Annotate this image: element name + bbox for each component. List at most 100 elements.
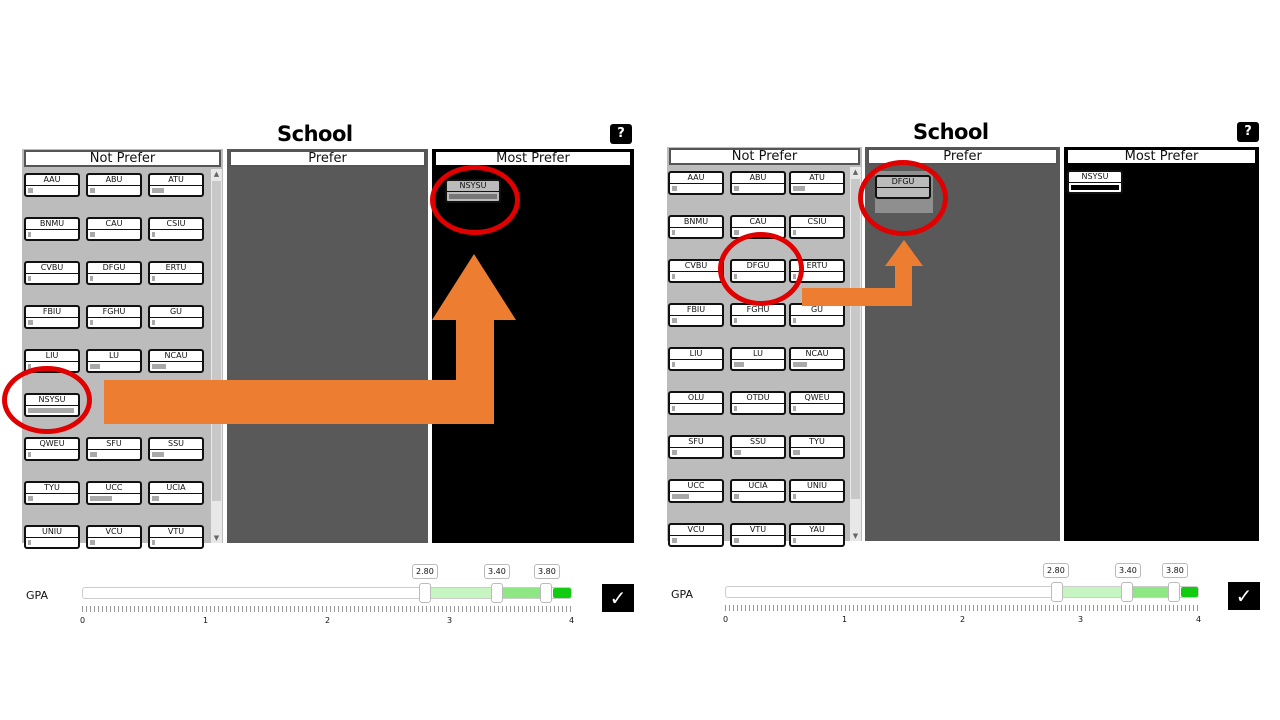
school-label: CSIU [791, 217, 843, 228]
gpa-handle-3[interactable] [540, 583, 552, 603]
school-label: VTU [732, 525, 784, 536]
school-label: UNIU [791, 481, 843, 492]
school-tile-cau[interactable]: CAU [86, 217, 142, 241]
school-tile-uniu[interactable]: UNIU [789, 479, 845, 503]
school-tile-ucc[interactable]: UCC [86, 481, 142, 505]
gpa-label: GPA [671, 588, 693, 601]
school-tile-ucia[interactable]: UCIA [730, 479, 786, 503]
help-button[interactable]: ? [1237, 122, 1259, 142]
school-label: TYU [26, 483, 78, 494]
school-tile-aau[interactable]: AAU [668, 171, 724, 195]
school-tile-tyu[interactable]: TYU [24, 481, 80, 505]
school-tile-fbiu[interactable]: FBIU [668, 303, 724, 327]
school-tile-vtu[interactable]: VTU [730, 523, 786, 547]
school-tile-fbiu[interactable]: FBIU [24, 305, 80, 329]
help-button[interactable]: ? [610, 124, 632, 144]
school-tile-bnmu[interactable]: BNMU [24, 217, 80, 241]
school-label: SSU [150, 439, 202, 450]
school-bar [793, 186, 805, 191]
school-bar [1071, 185, 1119, 190]
school-tile-atu[interactable]: ATU [789, 171, 845, 195]
school-tile-sfu[interactable]: SFU [86, 437, 142, 461]
school-bar [152, 232, 155, 237]
school-tile-dfgu[interactable]: DFGU [86, 261, 142, 285]
highlight-circle [2, 366, 92, 434]
school-tile-atu[interactable]: ATU [148, 173, 204, 197]
school-tile-ucia[interactable]: UCIA [148, 481, 204, 505]
school-label: CAU [732, 217, 784, 228]
school-tile-aau[interactable]: AAU [24, 173, 80, 197]
not-prefer-column: Not Prefer AAU ABU ATU BNMU CAU CSIU CVBU DFGU E… [22, 149, 223, 549]
school-bar [793, 450, 800, 455]
school-tile-abu[interactable]: ABU [86, 173, 142, 197]
school-label: VTU [150, 527, 202, 538]
school-tile-nsysu[interactable]: NSYSU [1067, 170, 1123, 194]
school-label: UCC [88, 483, 140, 494]
school-tile-lu[interactable]: LU [86, 349, 142, 373]
school-tile-gu[interactable]: GU [148, 305, 204, 329]
confirm-button[interactable]: ✓ [602, 584, 634, 612]
school-bar [672, 538, 677, 543]
gpa-tick-4: 4 [569, 616, 575, 625]
school-label: OTDU [732, 393, 784, 404]
gpa-handle-1[interactable] [419, 583, 431, 603]
scroll-down-icon[interactable]: ▼ [211, 533, 222, 543]
school-tile-otdu[interactable]: OTDU [730, 391, 786, 415]
school-label: NSYSU [1069, 172, 1121, 183]
school-tile-abu[interactable]: ABU [730, 171, 786, 195]
school-tile-olu[interactable]: OLU [668, 391, 724, 415]
school-bar [734, 318, 737, 323]
school-tile-fghu[interactable]: FGHU [86, 305, 142, 329]
scrollbar[interactable]: ▲ ▼ [211, 169, 222, 543]
school-label: LU [88, 351, 140, 362]
school-bar [793, 362, 807, 367]
school-tile-fghu[interactable]: FGHU [730, 303, 786, 327]
gpa-handle-2[interactable] [491, 583, 503, 603]
school-bar [90, 188, 95, 193]
school-tile-ertu[interactable]: ERTU [148, 261, 204, 285]
school-tile-ncau[interactable]: NCAU [148, 349, 204, 373]
school-tile-qweu[interactable]: QWEU [789, 391, 845, 415]
school-tile-liu[interactable]: LIU [668, 347, 724, 371]
school-tile-lu[interactable]: LU [730, 347, 786, 371]
scroll-up-icon[interactable]: ▲ [850, 167, 861, 177]
school-tile-bnmu[interactable]: BNMU [668, 215, 724, 239]
school-tile-ucc[interactable]: UCC [668, 479, 724, 503]
school-bar [28, 320, 33, 325]
school-tile-cvbu[interactable]: CVBU [24, 261, 80, 285]
school-tile-csiu[interactable]: CSIU [148, 217, 204, 241]
school-tile-vtu[interactable]: VTU [148, 525, 204, 549]
gpa-tick-1: 1 [842, 615, 848, 624]
school-tile-uniu[interactable]: UNIU [24, 525, 80, 549]
gpa-value-3: 3.80 [1162, 563, 1188, 578]
school-tile-cvbu[interactable]: CVBU [668, 259, 724, 283]
gpa-range-low [1063, 587, 1127, 597]
school-label: TYU [791, 437, 843, 448]
school-label: UNIU [26, 527, 78, 538]
school-tile-csiu[interactable]: CSIU [789, 215, 845, 239]
school-tile-vcu[interactable]: VCU [668, 523, 724, 547]
scrollbar-thumb[interactable] [212, 181, 221, 501]
school-tile-gu[interactable]: GU [789, 303, 845, 327]
scrollbar[interactable]: ▲ ▼ [850, 167, 861, 541]
school-bar [672, 362, 675, 367]
school-tile-vcu[interactable]: VCU [86, 525, 142, 549]
scroll-down-icon[interactable]: ▼ [850, 531, 861, 541]
gpa-handle-2[interactable] [1121, 582, 1133, 602]
gpa-range-low [426, 588, 496, 598]
school-tile-yau[interactable]: YAU [789, 523, 845, 547]
scroll-up-icon[interactable]: ▲ [211, 169, 222, 179]
gpa-handle-3[interactable] [1168, 582, 1180, 602]
school-tile-ncau[interactable]: NCAU [789, 347, 845, 371]
scrollbar-thumb[interactable] [851, 179, 860, 499]
school-tile-ssu[interactable]: SSU [148, 437, 204, 461]
school-bar [734, 186, 739, 191]
school-tile-ssu[interactable]: SSU [730, 435, 786, 459]
school-label: YAU [791, 525, 843, 536]
school-bar [793, 406, 796, 411]
school-tile-tyu[interactable]: TYU [789, 435, 845, 459]
confirm-button[interactable]: ✓ [1228, 582, 1260, 610]
school-tile-sfu[interactable]: SFU [668, 435, 724, 459]
gpa-handle-1[interactable] [1051, 582, 1063, 602]
school-tile-qweu[interactable]: QWEU [24, 437, 80, 461]
